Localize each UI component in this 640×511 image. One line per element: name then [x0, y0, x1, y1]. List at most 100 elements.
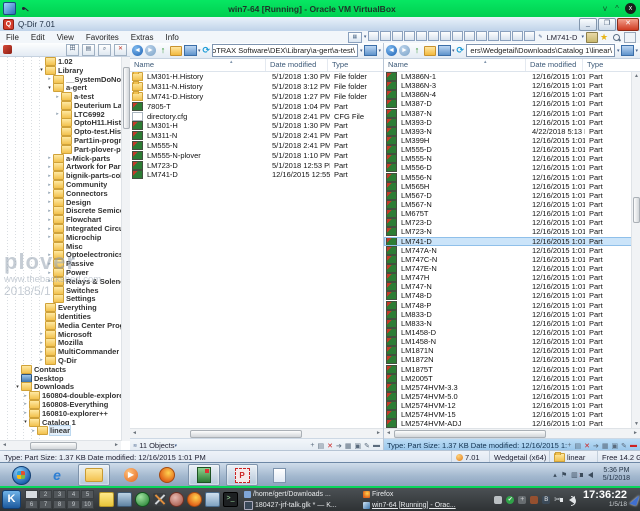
back-button[interactable]: ◄ — [386, 45, 397, 56]
tree-item[interactable]: Part-plover-play... — [0, 145, 121, 154]
print-icon[interactable] — [586, 32, 598, 43]
tree-item[interactable]: Misc — [0, 242, 121, 251]
tree-item[interactable]: ▾Catalog 1 — [0, 418, 121, 427]
file-row[interactable]: LM741-D12/16/2015 1:01 PMPart — [384, 237, 640, 246]
taskbar-task[interactable]: /home/gert/Downloads ... — [244, 489, 359, 500]
file-row[interactable]: LM311-N.History5/1/2018 3:12 PMFile fold… — [130, 82, 383, 92]
file-row[interactable]: LM555-N5/1/2018 2:41 PMPart — [130, 141, 383, 151]
address-dropdown-icon[interactable]: ▾ — [360, 48, 363, 54]
column-header-date-modified[interactable]: Date modified — [526, 59, 583, 71]
globe-icon[interactable] — [135, 492, 150, 507]
file-row[interactable]: LM2574HVM-1212/16/2015 1:01 PMPart — [384, 401, 640, 410]
tree-item[interactable]: ▸Passive — [0, 259, 121, 268]
taskbar-plover-app[interactable]: P — [226, 464, 258, 486]
desktop-10[interactable]: 10 — [81, 500, 94, 509]
active-tab-dropdown[interactable]: LM741-D — [545, 33, 580, 42]
menu-edit[interactable]: Edit — [25, 33, 51, 42]
tree-item[interactable]: Identities — [0, 312, 121, 321]
kde-menu-button[interactable]: K — [2, 490, 21, 509]
column-header-name[interactable]: Name — [384, 59, 526, 71]
tree-item[interactable]: ▸Microchip — [0, 233, 121, 242]
collapsed-arrow-icon[interactable]: ▸ — [46, 155, 53, 161]
file-row[interactable]: LM393-D12/16/2015 1:01 PMPart — [384, 118, 640, 127]
collapsed-arrow-icon[interactable]: ▸ — [54, 94, 61, 100]
new-view-button[interactable]: ▤ — [82, 44, 95, 56]
tab-button[interactable] — [512, 31, 523, 41]
file-row[interactable]: LM748-D12/16/2015 1:01 PMPart — [384, 291, 640, 300]
tab-button[interactable] — [488, 31, 499, 41]
pin-icon[interactable]: + — [310, 442, 314, 449]
column-header-type[interactable]: Type — [583, 59, 640, 71]
tree-item[interactable]: Media Center Programs — [0, 321, 121, 330]
file-row[interactable]: LM386N-312/16/2015 1:01 PMPart — [384, 81, 640, 90]
menu-favorites[interactable]: Favorites — [80, 33, 125, 42]
file-row[interactable]: LM2574HVM-5.012/16/2015 1:01 PMPart — [384, 392, 640, 401]
objects-dropdown-icon[interactable]: ▾ — [175, 443, 178, 449]
address-bar[interactable]: ers\Wedgetail\Downloads\Catalog 1\linear… — [466, 44, 615, 57]
active-pane-indicator-icon[interactable]: ▬ — [373, 442, 380, 449]
active-pane-indicator-icon[interactable]: ▬ — [630, 442, 637, 449]
file-row[interactable]: LM301-H.History5/1/2018 1:30 PMFile fold… — [130, 72, 383, 82]
collapsed-arrow-icon[interactable]: ▸ — [38, 340, 45, 346]
layout-selector-button[interactable]: ▦ — [348, 32, 362, 43]
desktop-6[interactable]: 6 — [25, 500, 38, 509]
collapsed-arrow-icon[interactable]: ▸ — [46, 261, 53, 267]
taskbar-task[interactable]: win7-64 [Running] - Orac... — [363, 500, 475, 511]
file-row[interactable]: LM567-N12/16/2015 1:01 PMPart — [384, 200, 640, 209]
view-menu-button[interactable] — [184, 45, 197, 56]
delete-icon[interactable]: ✕ — [327, 442, 333, 450]
file-row[interactable]: LM675T12/16/2015 1:01 PMPart — [384, 209, 640, 218]
tree-item[interactable]: ▸Discrete Semicond... — [0, 207, 121, 216]
maximize-button[interactable]: ❐ — [598, 18, 616, 31]
file-row[interactable]: LM311-N5/1/2018 2:41 PMPart — [130, 131, 383, 141]
tree-close-button[interactable]: ✕ — [114, 44, 127, 56]
back-button[interactable]: ◄ — [132, 45, 143, 56]
file-row[interactable]: LM556-D12/16/2015 1:01 PMPart — [384, 163, 640, 172]
file-row[interactable]: 7805-T5/1/2018 1:04 PMPart — [130, 101, 383, 111]
file-row[interactable]: LM1458-N12/16/2015 1:01 PMPart — [384, 337, 640, 346]
desktop-1[interactable]: 1 — [25, 490, 38, 499]
desktop-3[interactable]: 3 — [53, 490, 66, 499]
tree-item[interactable]: Opto-test.History — [0, 127, 121, 136]
taskbar-internet-explorer[interactable]: e — [42, 465, 72, 485]
tree-item[interactable]: ▸Flowchart — [0, 215, 121, 224]
tree-item[interactable]: ▸Design — [0, 198, 121, 207]
expanded-arrow-icon[interactable]: ▾ — [14, 384, 21, 390]
file-row[interactable]: LM723-N12/16/2015 1:01 PMPart — [384, 227, 640, 236]
rename-icon[interactable]: ✎ — [621, 442, 627, 450]
collapsed-arrow-icon[interactable]: ▸ — [30, 428, 37, 434]
collapsed-arrow-icon[interactable]: ▸ — [46, 76, 53, 82]
tree-item[interactable]: ▸a-Mick-parts — [0, 154, 121, 163]
tree-item[interactable]: Deuterium Lamp — [0, 101, 121, 110]
file-cabinet-icon[interactable] — [205, 492, 220, 507]
menu-file[interactable]: File — [0, 33, 25, 42]
column-header-date-modified[interactable]: Date modified — [266, 59, 328, 71]
quick-link-button[interactable] — [364, 45, 377, 56]
file-row[interactable]: LM2574HVM-ADJ12/16/2015 1:01 PMPart — [384, 419, 640, 428]
taskbar-notepad[interactable] — [264, 465, 294, 485]
tree-item[interactable]: Switches — [0, 286, 121, 295]
tree-item[interactable]: ▸Integrated Circuits — [0, 224, 121, 233]
up-button[interactable]: ↑ — [412, 45, 422, 56]
tree-vertical-scrollbar[interactable] — [121, 57, 130, 441]
file-row[interactable]: LM833-D12/16/2015 1:01 PMPart — [384, 310, 640, 319]
menu-info[interactable]: Info — [159, 33, 184, 42]
collapsed-arrow-icon[interactable]: ▸ — [38, 357, 45, 363]
file-row[interactable]: LM555-D12/16/2015 1:01 PMPart — [384, 145, 640, 154]
file-row[interactable]: directory.cfg5/1/2018 2:41 PMCFG File — [130, 111, 383, 121]
tab-button[interactable] — [368, 31, 379, 41]
search-tools-icon[interactable] — [612, 33, 622, 42]
collapsed-arrow-icon[interactable]: ▸ — [46, 199, 53, 205]
pane-vertical-scrollbar[interactable]: ▲ ▼ — [631, 72, 640, 428]
tree-item[interactable]: ▸Microsoft — [0, 330, 121, 339]
tree-item[interactable]: Contacts — [0, 365, 121, 374]
minimize-button[interactable]: _ — [579, 18, 597, 31]
view-menu-button[interactable] — [438, 45, 451, 56]
folder-icon[interactable]: ▤ — [318, 442, 325, 450]
taskbar-media-player[interactable]: ▶ — [116, 465, 146, 485]
tab-button[interactable] — [416, 31, 427, 41]
desktop-9[interactable]: 9 — [67, 500, 80, 509]
collapsed-arrow-icon[interactable]: ▸ — [46, 182, 53, 188]
collapsed-arrow-icon[interactable]: ▸ — [46, 208, 53, 214]
column-header-name[interactable]: Name — [130, 59, 266, 71]
